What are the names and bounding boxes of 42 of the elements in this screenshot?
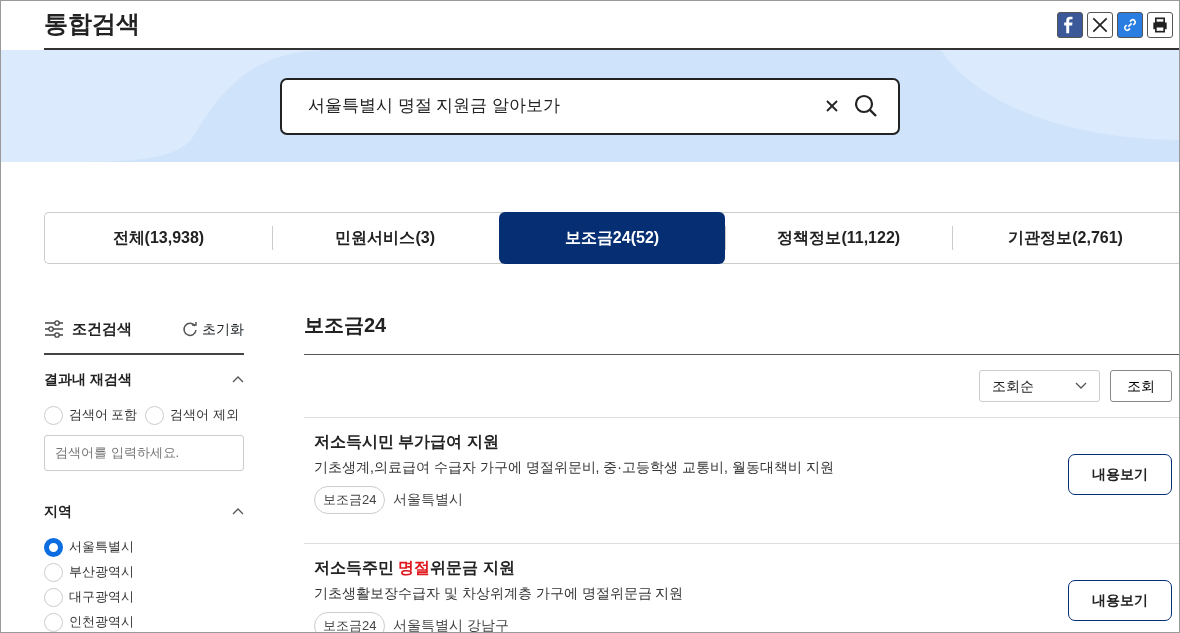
tab[interactable]: 전체(13,938) <box>45 213 272 263</box>
x-logo-button[interactable] <box>1087 11 1113 38</box>
results-heading: 보조금24 <box>304 310 1179 355</box>
tab[interactable]: 민원서비스(3) <box>271 213 499 263</box>
region-label: 서울특별시 <box>393 490 464 510</box>
tab[interactable]: 정책정보(11,122) <box>725 213 953 263</box>
search-icon[interactable] <box>854 94 878 118</box>
search-bar[interactable]: 서울특별시 명절 지원금 알아보가 <box>280 77 900 135</box>
result-title[interactable]: 저소득시민 부가급여 지원 <box>314 432 834 452</box>
sort-button[interactable]: 조회 <box>1110 370 1172 402</box>
refresh-icon <box>182 321 198 338</box>
collapse-icon[interactable] <box>232 507 244 515</box>
result-description: 기초생계,의료급여 수급자 가구에 명절위문비, 중·고등학생 교통비, 월동대책비 지원 <box>314 458 834 478</box>
option-label: 검색어 포함 <box>69 406 138 424</box>
option-label: 서울특별시 <box>69 538 134 556</box>
radio-button[interactable] <box>44 537 63 557</box>
clear-icon[interactable] <box>826 100 838 112</box>
search-field[interactable]: 서울특별시 명절 지원금 알아보가 <box>306 92 826 120</box>
collapse-icon[interactable] <box>232 375 244 383</box>
region-label: 서울특별시 강남구 <box>393 616 510 632</box>
option-label: 인천광역시 <box>69 613 134 631</box>
search-field[interactable]: 검색어를 입력하세요. <box>44 434 244 471</box>
option-label: 대구광역시 <box>69 588 134 606</box>
result-title[interactable]: 저소득주민 명절위문금 지원 <box>314 558 684 578</box>
option-label: 부산광역시 <box>69 563 134 581</box>
view-details-button[interactable]: 내용보기 <box>1068 580 1172 621</box>
filter-title: 조건검색 <box>72 319 132 339</box>
print-button[interactable] <box>1147 11 1173 38</box>
page-title: 통합검색 <box>44 10 140 39</box>
section-title: 결과내 재검색 <box>44 369 132 389</box>
tab[interactable]: 기관정보(2,761) <box>952 213 1179 263</box>
filter-icon <box>44 320 64 339</box>
sort-dropdown[interactable]: 조회순 <box>979 370 1100 402</box>
facebook-button[interactable] <box>1057 11 1083 38</box>
link-button[interactable] <box>1117 11 1143 38</box>
tab[interactable]: 보조금24(52) <box>498 212 726 264</box>
caret-icon <box>1075 382 1087 390</box>
result-description: 기초생활보장수급자 및 차상위계층 가구에 명절위문금 지원 <box>314 584 684 604</box>
reset-button[interactable]: 초기화 <box>182 318 244 340</box>
option-label: 검색어 제외 <box>170 406 239 424</box>
view-details-button[interactable]: 내용보기 <box>1068 454 1172 495</box>
section-title: 지역 <box>44 501 72 521</box>
